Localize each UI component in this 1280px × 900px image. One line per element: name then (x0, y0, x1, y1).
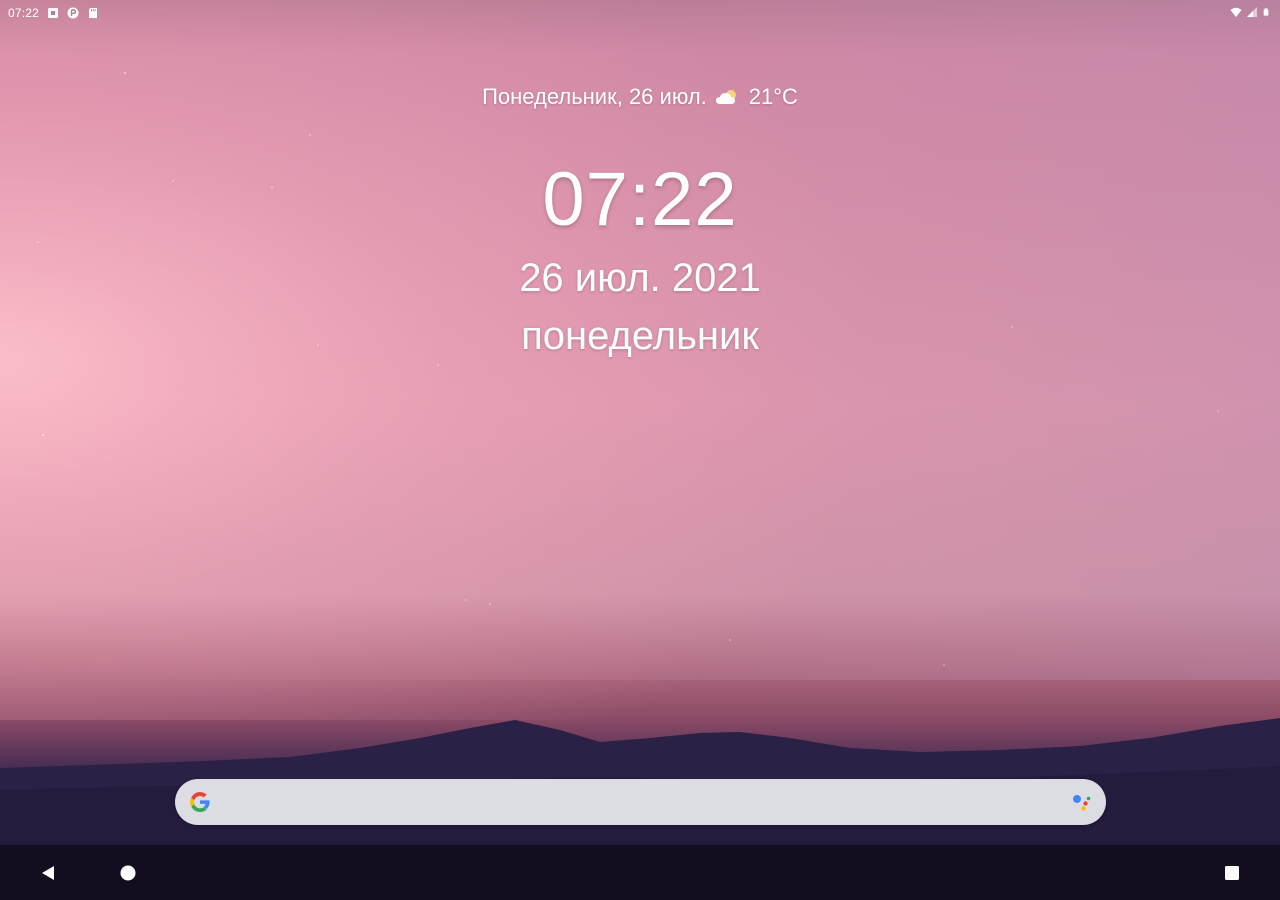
wifi-icon (1230, 7, 1242, 17)
clock-date: 26 июл. 2021 (519, 256, 761, 300)
status-bar: 07:22 (0, 0, 1280, 26)
home-button[interactable] (112, 857, 144, 889)
clock-widget[interactable]: Понедельник, 26 июл. 21°C 07:22 26 июл. … (0, 80, 1280, 366)
back-button[interactable] (32, 857, 64, 889)
glance-date: Понедельник, 26 июл. (482, 84, 707, 109)
recents-square-icon (1225, 866, 1239, 880)
notification-square-icon (48, 8, 59, 18)
sd-card-icon (89, 8, 98, 18)
back-triangle-icon (42, 866, 54, 880)
navigation-bar (0, 845, 1280, 900)
partly-cloudy-icon (715, 90, 736, 104)
recents-button[interactable] (1216, 857, 1248, 889)
clock-time[interactable]: 07:22 (0, 154, 1280, 246)
clock-weekday: понедельник (521, 314, 759, 358)
google-assistant-icon[interactable] (1070, 791, 1092, 813)
battery-icon (1263, 8, 1269, 16)
home-circle-icon (120, 865, 136, 881)
status-time: 07:22 (8, 6, 40, 20)
app-p-icon (67, 7, 79, 19)
signal-icon (1247, 7, 1257, 17)
temperature: 21°C (748, 84, 798, 109)
google-search-bar[interactable] (175, 779, 1106, 825)
status-bar-right (1230, 6, 1270, 18)
at-a-glance[interactable]: Понедельник, 26 июл. 21°C (482, 80, 798, 114)
google-g-icon (190, 792, 210, 812)
status-bar-left: 07:22 (8, 6, 99, 20)
